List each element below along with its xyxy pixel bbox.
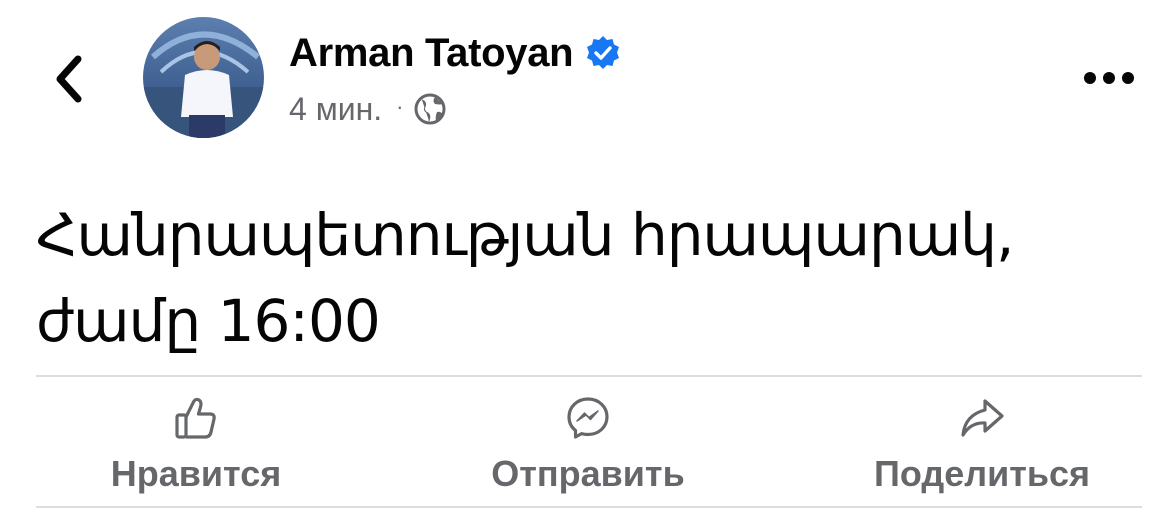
divider [36,375,1142,377]
more-options-button[interactable] [1078,58,1140,98]
post-meta: 4 мин. · [289,87,447,131]
more-dots-icon [1084,72,1134,84]
author-name[interactable]: Arman Tatoyan [289,31,574,76]
messenger-icon [567,397,609,439]
chevron-left-icon [56,55,82,103]
avatar[interactable] [143,17,264,138]
timestamp[interactable]: 4 мин. [289,91,382,128]
verified-badge-icon [587,36,620,69]
share-icon [961,399,1004,437]
like-label: Нравится [110,453,282,494]
post-text-line-2: ժամը 16:00 [36,287,381,355]
author-name-row[interactable]: Arman Tatoyan [289,30,621,76]
meta-separator: · [396,94,404,119]
globe-icon[interactable] [413,92,447,126]
divider [36,506,1142,508]
post-text-line-1: Հանրապետության հրապարակ, [36,201,1014,269]
back-button[interactable] [44,50,94,108]
send-button[interactable]: Отправить [478,395,698,495]
send-label: Отправить [491,453,685,494]
post-text: Հանրապետության հրապարակ, ժամը 16:00 [36,192,1146,364]
share-button[interactable]: Поделиться [860,395,1104,495]
like-button[interactable]: Нравится [96,395,296,495]
like-icon [175,397,216,439]
avatar-image [143,17,264,138]
share-label: Поделиться [873,453,1091,494]
